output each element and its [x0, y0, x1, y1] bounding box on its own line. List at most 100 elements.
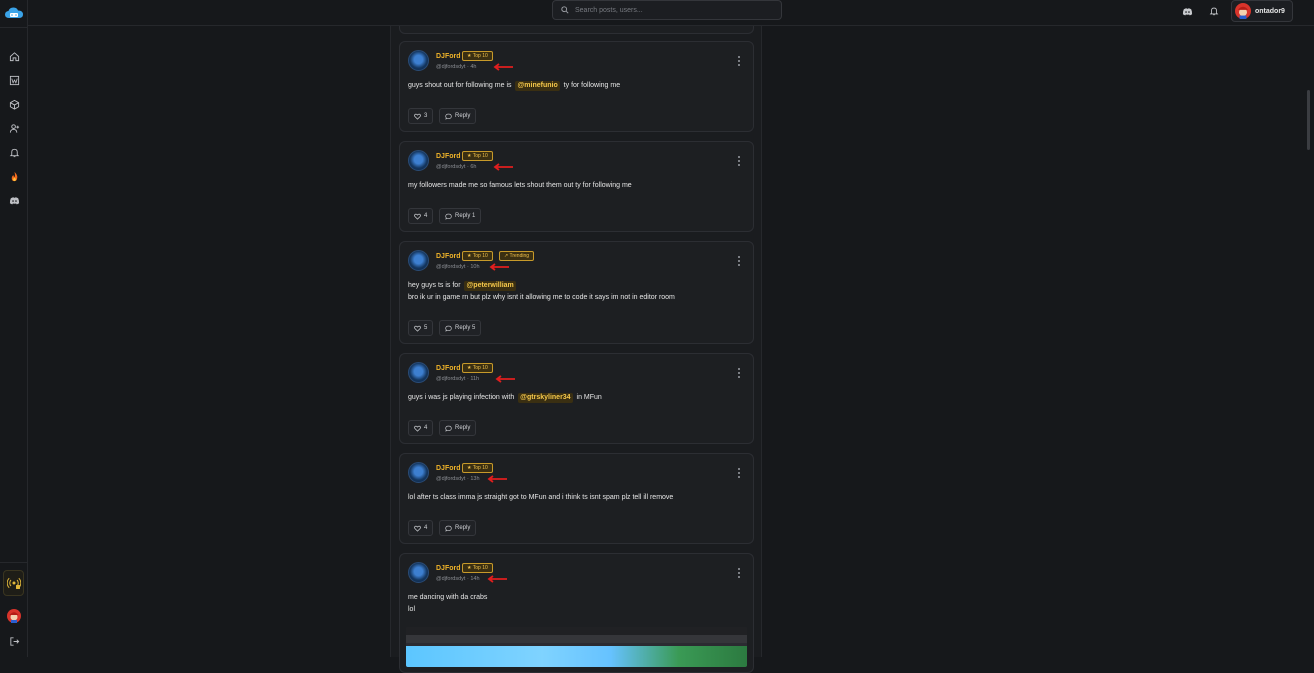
comment-icon [445, 525, 452, 532]
scrollbar[interactable] [1307, 90, 1310, 150]
like-button[interactable]: 5 [408, 320, 434, 336]
post-meta: @djfordsdyt · 11h [436, 376, 480, 382]
bell-icon[interactable] [0, 144, 28, 160]
like-button[interactable]: 4 [408, 520, 434, 536]
author-handle[interactable]: @djfordsdyt [436, 476, 465, 482]
heart-icon [414, 325, 421, 332]
red-arrow-annotation [487, 575, 507, 583]
post-card: DJFord ★ Top 10 @djfordsdyt · 14h me dan… [399, 553, 754, 673]
post-card: DJFord ★ Top 10 @djfordsdyt · 11h guys i… [399, 353, 754, 444]
trending-badge: ↗ Trending [499, 251, 535, 261]
top-10-badge: ★ Top 10 [462, 563, 493, 573]
red-arrow-annotation [495, 375, 515, 383]
post-meta: @djfordsdyt · 13h [436, 476, 480, 482]
heart-icon [414, 113, 421, 120]
like-button[interactable]: 4 [408, 420, 434, 436]
comment-icon [445, 213, 452, 220]
username: ontador9 [1255, 7, 1285, 15]
author-name[interactable]: DJFord [436, 565, 461, 572]
search-icon [561, 6, 569, 14]
top-10-badge: ★ Top 10 [462, 51, 493, 61]
like-button[interactable]: 4 [408, 208, 434, 224]
discord-icon[interactable] [0, 192, 28, 208]
post-meta: @djfordsdyt · 10h [436, 264, 480, 270]
post-age: 13h [470, 476, 480, 482]
post-body: hey guys ts is for @peterwilliam bro ik … [408, 281, 675, 301]
radio-icon[interactable] [3, 570, 24, 596]
post-meta: @djfordsdyt · 4h [436, 64, 477, 70]
reply-button[interactable]: Reply 1 [439, 208, 482, 224]
logout-icon[interactable] [0, 633, 28, 649]
author-handle[interactable]: @djfordsdyt [436, 64, 465, 70]
mention-link[interactable]: @minefunio [515, 81, 560, 91]
author-name[interactable]: DJFord [436, 365, 461, 372]
more-options-icon[interactable] [737, 56, 741, 66]
search-input[interactable]: Search posts, users... [552, 0, 782, 20]
avatar[interactable] [408, 150, 429, 171]
comment-icon [445, 325, 452, 332]
top-10-badge: ★ Top 10 [462, 463, 493, 473]
post-card: DJFord ★ Top 10 @djfordsdyt · 6h my foll… [399, 141, 754, 232]
home-icon[interactable] [0, 48, 28, 64]
red-arrow-annotation [493, 163, 513, 171]
more-options-icon[interactable] [737, 156, 741, 166]
author-handle[interactable]: @djfordsdyt [436, 164, 465, 170]
avatar[interactable] [408, 462, 429, 483]
post-card: DJFord ★ Top 10 @djfordsdyt · 4h guys sh… [399, 41, 754, 132]
author-handle[interactable]: @djfordsdyt [436, 264, 465, 270]
red-arrow-annotation [487, 475, 507, 483]
author-name[interactable]: DJFord [436, 465, 461, 472]
like-button[interactable]: 3 [408, 108, 434, 124]
cloud-logo-icon[interactable] [4, 6, 24, 20]
more-options-icon[interactable] [737, 368, 741, 378]
post-age: 10h [470, 264, 480, 270]
author-handle[interactable]: @djfordsdyt [436, 576, 465, 582]
top-10-badge: ★ Top 10 [462, 151, 493, 161]
mention-link[interactable]: @peterwilliam [464, 281, 516, 291]
mention-link[interactable]: @gtrskyliner34 [518, 393, 573, 403]
post-body: my followers made me so famous lets shou… [408, 182, 632, 189]
author-name[interactable]: DJFord [436, 153, 461, 160]
cube-icon[interactable] [0, 96, 28, 112]
author-name[interactable]: DJFord [436, 53, 461, 60]
avatar[interactable] [408, 50, 429, 71]
heart-icon [414, 425, 421, 432]
more-options-icon[interactable] [737, 256, 741, 266]
add-user-icon[interactable] [0, 120, 28, 136]
reply-button[interactable]: Reply [439, 420, 477, 436]
post-body: me dancing with da crabs lol [408, 594, 488, 613]
more-options-icon[interactable] [737, 568, 741, 578]
avatar[interactable] [0, 608, 28, 624]
avatar [1235, 3, 1251, 19]
fire-icon[interactable] [0, 168, 28, 184]
avatar[interactable] [408, 562, 429, 583]
red-arrow-annotation [493, 63, 513, 71]
avatar[interactable] [408, 362, 429, 383]
post-body: guys shout out for following me is @mine… [408, 81, 621, 91]
discord-icon[interactable] [1180, 4, 1194, 18]
post-meta: @djfordsdyt · 6h [436, 164, 477, 170]
heart-icon [414, 213, 421, 220]
wiki-icon[interactable] [0, 72, 28, 88]
author-name[interactable]: DJFord [436, 253, 461, 260]
reply-button[interactable]: Reply 5 [439, 320, 482, 336]
post-image-attachment[interactable] [406, 627, 747, 667]
user-menu-button[interactable]: ontador9 [1231, 0, 1293, 22]
top-10-badge: ★ Top 10 [462, 363, 493, 373]
post-age: 11h [470, 376, 480, 382]
notification-bell-icon[interactable] [1207, 4, 1221, 18]
post-feed: DJFord ★ Top 10 @djfordsdyt · 4h guys sh… [390, 26, 762, 673]
search-placeholder: Search posts, users... [575, 6, 643, 14]
left-rail [0, 0, 28, 657]
reply-button[interactable]: Reply [439, 520, 477, 536]
reply-button[interactable]: Reply [439, 108, 477, 124]
post-body: lol after ts class imma js straight got … [408, 494, 674, 501]
avatar[interactable] [408, 250, 429, 271]
post-card: DJFord ★ Top 10 ↗ Trending @djfordsdyt ·… [399, 241, 754, 344]
author-handle[interactable]: @djfordsdyt [436, 376, 465, 382]
red-arrow-annotation [489, 263, 509, 271]
more-options-icon[interactable] [737, 468, 741, 478]
post-age: 14h [470, 576, 480, 582]
post-age: 6h [470, 164, 477, 170]
comment-icon [445, 425, 452, 432]
